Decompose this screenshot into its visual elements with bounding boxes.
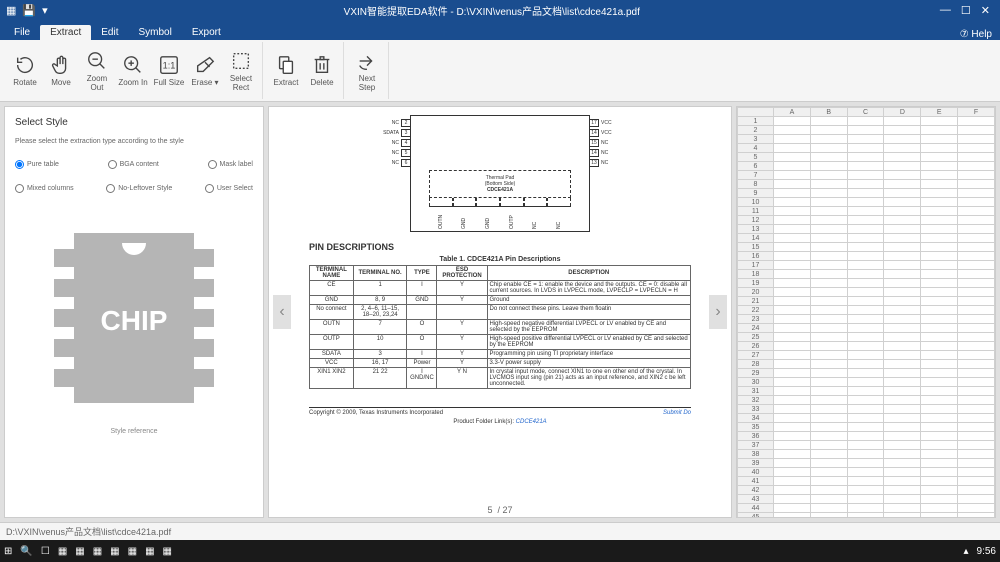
pdf-page[interactable]: NC217VCCSDATA314VCCNC415NCNC514NCNC613NC… <box>269 107 731 503</box>
taskbar-app[interactable]: ▦ <box>58 546 67 557</box>
title-bar: ▦ 💾 ▾ VXIN智能提取EDA软件 - D:\VXIN\venus产品文档\… <box>0 0 1000 20</box>
section-heading: PIN DESCRIPTIONS <box>309 242 691 252</box>
workspace: Select Style Please select the extractio… <box>0 102 1000 522</box>
erase-icon <box>194 54 216 76</box>
taskbar-app[interactable]: ▦ <box>75 546 84 557</box>
status-bar: D:\VXIN\venus产品文档\list\cdce421a.pdf <box>0 522 1000 540</box>
style-panel-heading: Select Style <box>15 117 253 128</box>
package-diagram: NC217VCCSDATA314VCCNC415NCNC514NCNC613NC… <box>410 115 590 232</box>
window-title: VXIN智能提取EDA软件 - D:\VXIN\venus产品文档\list\c… <box>54 3 930 18</box>
zoom-out-icon <box>86 50 108 72</box>
radio-bga[interactable]: BGA content <box>108 160 159 169</box>
next-icon <box>356 50 378 72</box>
table-caption: Table 1. CDCE421A Pin Descriptions <box>309 256 691 263</box>
copyright: Copyright © 2009, Texas Instruments Inco… <box>309 410 443 416</box>
rotate-button[interactable]: Rotate <box>8 54 42 87</box>
tab-export[interactable]: Export <box>182 25 231 40</box>
taskbar: ⊞ 🔍 ☐ ▦ ▦ ▦ ▦ ▦ ▦ ▦ ▴ 9:56 <box>0 540 1000 562</box>
minimize-button[interactable]: — <box>940 4 951 17</box>
taskview-icon[interactable]: ☐ <box>41 546 50 557</box>
taskbar-app[interactable]: ▦ <box>145 546 154 557</box>
extract-button[interactable]: Extract <box>269 54 303 87</box>
start-button[interactable]: ⊞ <box>4 546 12 557</box>
style-panel-hint: Please select the extraction type accord… <box>15 138 253 145</box>
tab-edit[interactable]: Edit <box>91 25 128 40</box>
submit-link[interactable]: Submit Do <box>663 410 691 416</box>
zoom-out-button[interactable]: Zoom Out <box>80 50 114 92</box>
spreadsheet-grid[interactable]: ABCDEF 123456789101112131415161718192021… <box>737 107 995 518</box>
quick-access-toolbar: ▦ 💾 ▾ <box>0 4 54 17</box>
product-link[interactable]: CDCE421A <box>516 419 547 425</box>
tab-extract[interactable]: Extract <box>40 25 91 40</box>
help-button[interactable]: ⑦ Help <box>952 29 1000 40</box>
spreadsheet-panel: ABCDEF 123456789101112131415161718192021… <box>736 106 996 518</box>
radio-user[interactable]: User Select <box>205 184 253 193</box>
rotate-icon <box>14 54 36 76</box>
document-viewer: ‹ › NC217VCCSDATA314VCCNC415NCNC514NCNC6… <box>268 106 732 518</box>
chip-preview: CHIP <box>54 233 214 403</box>
taskbar-app[interactable]: ▦ <box>110 546 119 557</box>
erase-button[interactable]: Erase ▾ <box>188 54 222 87</box>
radio-mixed[interactable]: Mixed columns <box>15 184 74 193</box>
delete-button[interactable]: Delete <box>305 54 339 87</box>
maximize-button[interactable]: ☐ <box>961 4 971 17</box>
radio-noleftover[interactable]: No-Leftover Style <box>106 184 172 193</box>
pin-table: TERMINAL NAMETERMINAL NO.TYPEESD PROTECT… <box>309 265 691 389</box>
page-number: 5 / 27 <box>269 503 731 517</box>
svg-text:1:1: 1:1 <box>163 61 176 71</box>
ribbon: Rotate Move Zoom Out Zoom In 1:1 Full Si… <box>0 40 1000 102</box>
app-icon: ▦ <box>6 4 16 17</box>
qat-dropdown-icon[interactable]: ▾ <box>42 4 48 17</box>
ribbon-tabstrip: File Extract Edit Symbol Export ⑦ Help <box>0 20 1000 40</box>
style-panel: Select Style Please select the extractio… <box>4 106 264 518</box>
fullsize-icon: 1:1 <box>158 54 180 76</box>
search-icon[interactable]: 🔍 <box>20 546 32 557</box>
close-button[interactable]: ✕ <box>981 4 990 17</box>
taskbar-app[interactable]: ▦ <box>93 546 102 557</box>
extract-icon <box>275 54 297 76</box>
select-rect-button[interactable]: Select Rect <box>224 50 258 92</box>
taskbar-app[interactable]: ▦ <box>128 546 137 557</box>
clock[interactable]: 9:56 <box>977 546 996 557</box>
radio-pure-table[interactable]: Pure table <box>15 160 59 169</box>
tab-file[interactable]: File <box>4 25 40 40</box>
radio-mask[interactable]: Mask label <box>208 160 253 169</box>
save-icon[interactable]: 💾 <box>22 4 36 17</box>
hand-icon <box>50 54 72 76</box>
trash-icon <box>311 54 333 76</box>
taskbar-app[interactable]: ▦ <box>163 546 172 557</box>
zoom-in-button[interactable]: Zoom In <box>116 54 150 87</box>
style-reference-label: Style reference <box>15 428 253 435</box>
full-size-button[interactable]: 1:1 Full Size <box>152 54 186 87</box>
tab-symbol[interactable]: Symbol <box>128 25 181 40</box>
move-button[interactable]: Move <box>44 54 78 87</box>
tray-icon[interactable]: ▴ <box>964 546 969 557</box>
zoom-in-icon <box>122 54 144 76</box>
next-step-button[interactable]: Next Step <box>350 50 384 92</box>
select-rect-icon <box>230 50 252 72</box>
